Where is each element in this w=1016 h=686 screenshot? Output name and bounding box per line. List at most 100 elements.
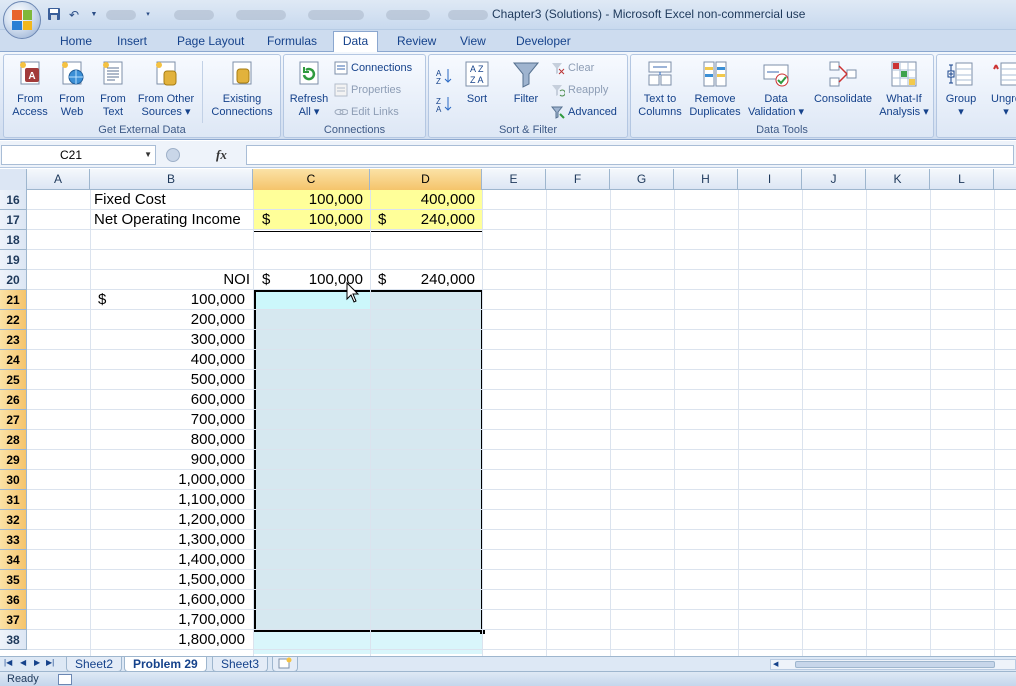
cell-b22[interactable]: 200,000 [90, 310, 245, 330]
column-header-f[interactable]: F [546, 169, 610, 190]
worksheet-grid[interactable]: A B C D E F G H I J K L 16 17 18 19 20 21 22 23… [0, 169, 1016, 656]
cell-b34[interactable]: 1,400,000 [90, 550, 245, 570]
chevron-down-icon[interactable]: ▾ [140, 7, 156, 23]
cell-b25[interactable]: 500,000 [90, 370, 245, 390]
column-header-l[interactable]: L [930, 169, 994, 190]
cell-b37[interactable]: 1,700,000 [90, 610, 245, 630]
row-header-16[interactable]: 16 [0, 190, 27, 210]
sort-button[interactable]: A ZZ A Sort [459, 59, 495, 106]
cell-b38[interactable]: 1,800,000 [90, 630, 245, 650]
first-sheet-icon[interactable]: |◀ [4, 658, 12, 667]
row-header-29[interactable]: 29 [0, 450, 27, 470]
ungroup-button[interactable]: Ungro ▾ [983, 59, 1016, 119]
data-validation-button[interactable]: Data Validation ▾ [745, 59, 807, 119]
row-header-28[interactable]: 28 [0, 430, 27, 450]
row-header-25[interactable]: 25 [0, 370, 27, 390]
tab-insert[interactable]: Insert [113, 33, 151, 52]
cell-b17[interactable]: Net Operating Income [94, 210, 241, 230]
name-box[interactable]: C21 ▼ [1, 145, 156, 165]
row-header-20[interactable]: 20 [0, 270, 27, 290]
refresh-all-button[interactable]: Refresh All ▾ [287, 59, 331, 119]
row-header-23[interactable]: 23 [0, 330, 27, 350]
advanced-button[interactable]: Advanced [550, 105, 617, 119]
undo-icon[interactable]: ↶ [66, 7, 82, 23]
cell-b29[interactable]: 900,000 [90, 450, 245, 470]
scroll-left-icon[interactable]: ◀ [773, 660, 778, 668]
sort-ascending-button[interactable]: AZ [435, 67, 453, 86]
consolidate-button[interactable]: Consolidate [809, 59, 877, 106]
cell-b36[interactable]: 1,600,000 [90, 590, 245, 610]
row-header-38[interactable]: 38 [0, 630, 27, 650]
tab-developer[interactable]: Developer [512, 33, 575, 52]
row-header-31[interactable]: 31 [0, 490, 27, 510]
splitter-handle-icon[interactable] [166, 148, 180, 162]
cell-b16[interactable]: Fixed Cost [94, 190, 166, 210]
column-header-c[interactable]: C [253, 169, 370, 190]
from-other-sources-button[interactable]: From Other Sources ▾ [134, 59, 198, 119]
office-button[interactable] [3, 1, 41, 39]
tab-home[interactable]: Home [56, 33, 96, 52]
cell-b27[interactable]: 700,000 [90, 410, 245, 430]
row-header-35[interactable]: 35 [0, 570, 27, 590]
cell-b26[interactable]: 600,000 [90, 390, 245, 410]
tab-formulas[interactable]: Formulas [263, 33, 321, 52]
chevron-down-icon[interactable]: ▼ [86, 7, 102, 23]
column-header-k[interactable]: K [866, 169, 930, 190]
from-web-button[interactable]: From Web [52, 59, 92, 119]
row-header-30[interactable]: 30 [0, 470, 27, 490]
reapply-button[interactable]: Reapply [551, 83, 608, 97]
insert-function-button[interactable]: fx [216, 147, 227, 163]
macro-record-icon[interactable] [58, 674, 72, 685]
cell-b21[interactable]: 100,000 [90, 290, 245, 310]
row-header-17[interactable]: 17 [0, 210, 27, 230]
column-header-b[interactable]: B [90, 169, 253, 190]
row-header-33[interactable]: 33 [0, 530, 27, 550]
horizontal-scrollbar[interactable]: ◀ [770, 659, 1016, 670]
cell-b33[interactable]: 1,300,000 [90, 530, 245, 550]
prev-sheet-icon[interactable]: ◀ [20, 658, 26, 667]
cell-d16[interactable]: 400,000 [370, 190, 475, 210]
row-header-19[interactable]: 19 [0, 250, 27, 270]
cell-c17[interactable]: 100,000 [253, 210, 363, 230]
cell-b30[interactable]: 1,000,000 [90, 470, 245, 490]
chevron-down-icon[interactable]: ▼ [144, 150, 152, 159]
column-header-g[interactable]: G [610, 169, 674, 190]
from-access-button[interactable]: A From Access [8, 59, 52, 119]
cell-d20[interactable]: 240,000 [370, 270, 475, 290]
row-header-34[interactable]: 34 [0, 550, 27, 570]
tab-page-layout[interactable]: Page Layout [173, 33, 248, 52]
tab-view[interactable]: View [456, 33, 490, 52]
cell-b23[interactable]: 300,000 [90, 330, 245, 350]
sort-descending-button[interactable]: ZA [435, 95, 453, 114]
column-header-e[interactable]: E [482, 169, 546, 190]
remove-duplicates-button[interactable]: Remove Duplicates [685, 59, 745, 119]
formula-input[interactable] [246, 145, 1014, 165]
column-header-j[interactable]: J [802, 169, 866, 190]
sheet-tab-sheet3[interactable]: Sheet3 [212, 657, 269, 672]
cell-c16[interactable]: 100,000 [253, 190, 363, 210]
column-header-a[interactable]: A [27, 169, 90, 190]
tab-review[interactable]: Review [393, 33, 440, 52]
group-button[interactable]: Group ▾ [941, 59, 981, 119]
row-header-18[interactable]: 18 [0, 230, 27, 250]
row-header-26[interactable]: 26 [0, 390, 27, 410]
row-header-22[interactable]: 22 [0, 310, 27, 330]
column-header-i[interactable]: I [738, 169, 802, 190]
cell-b28[interactable]: 800,000 [90, 430, 245, 450]
clear-button[interactable]: Clear [551, 61, 594, 75]
insert-sheet-icon[interactable] [272, 657, 298, 672]
tab-data[interactable]: Data [333, 31, 378, 52]
cell-d17[interactable]: 240,000 [370, 210, 475, 230]
cell-b31[interactable]: 1,100,000 [90, 490, 245, 510]
existing-connections-button[interactable]: Existing Connections [206, 59, 278, 119]
edit-links-button[interactable]: Edit Links [334, 105, 399, 119]
row-header-36[interactable]: 36 [0, 590, 27, 610]
text-to-columns-button[interactable]: Text to Columns [635, 59, 685, 119]
row-header-27[interactable]: 27 [0, 410, 27, 430]
save-icon[interactable] [46, 7, 62, 23]
filter-button[interactable]: Filter [507, 59, 545, 106]
cell-b24[interactable]: 400,000 [90, 350, 245, 370]
column-header-d[interactable]: D [370, 169, 482, 190]
from-text-button[interactable]: From Text [92, 59, 134, 119]
scroll-thumb[interactable] [795, 661, 995, 668]
